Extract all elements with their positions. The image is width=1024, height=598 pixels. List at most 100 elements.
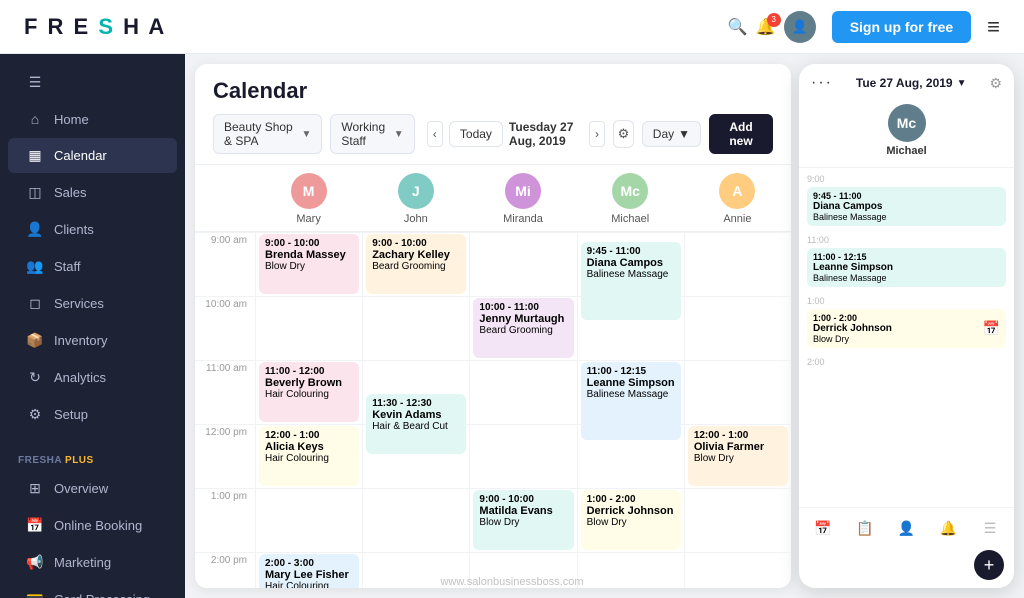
- mobile-appt-derrick-info: 1:00 - 2:00 Derrick Johnson Blow Dry: [813, 313, 892, 344]
- view-select[interactable]: Day ▼: [642, 121, 701, 147]
- mobile-staff-name: Michael: [886, 145, 926, 157]
- appt-derrick-time: 1:00 - 2:00: [587, 494, 675, 505]
- sidebar-label-clients: Clients: [54, 222, 94, 237]
- appt-derrick-name: Derrick Johnson: [587, 505, 675, 517]
- header-icons: 🔍 🔔 3 👤: [728, 11, 816, 43]
- appt-beverly[interactable]: 11:00 - 12:00 Beverly Brown Hair Colouri…: [259, 362, 359, 422]
- appt-leanne[interactable]: 11:00 - 12:15 Leanne Simpson Balinese Ma…: [581, 362, 681, 440]
- appt-diana-service: Balinese Massage: [587, 269, 675, 280]
- mobile-nav-list[interactable]: 📋: [851, 514, 879, 542]
- grid-col-mary: 9:00 - 10:00 Brenda Massey Blow Dry 11:0…: [255, 232, 362, 588]
- mobile-staff-section: Mc Michael: [811, 100, 1002, 161]
- calendar-body: 9:00 am 10:00 am 11:00 am 12:00 pm 1:00 …: [195, 232, 791, 588]
- mobile-appt-leanne[interactable]: 11:00 - 12:15 Leanne Simpson Balinese Ma…: [807, 248, 1006, 287]
- mobile-appt-diana[interactable]: 9:45 - 11:00 Diana Campos Balinese Massa…: [807, 187, 1006, 226]
- next-date-button[interactable]: ›: [589, 121, 605, 147]
- staff-icon: 👥: [26, 258, 44, 275]
- appt-zachary[interactable]: 9:00 - 10:00 Zachary Kelley Beard Groomi…: [366, 234, 466, 294]
- sidebar-item-inventory[interactable]: 📦 Inventory: [8, 323, 177, 358]
- sidebar-item-staff[interactable]: 👥 Staff: [8, 249, 177, 284]
- prev-date-button[interactable]: ‹: [427, 121, 443, 147]
- sidebar-item-card[interactable]: 💳 Card Processing: [8, 582, 177, 598]
- appt-alicia[interactable]: 12:00 - 1:00 Alicia Keys Hair Colouring: [259, 426, 359, 486]
- appt-brenda[interactable]: 9:00 - 10:00 Brenda Massey Blow Dry: [259, 234, 359, 294]
- search-icon[interactable]: 🔍: [728, 17, 748, 37]
- staff-col-annie: A Annie: [684, 173, 791, 225]
- inventory-icon: 📦: [26, 332, 44, 349]
- mobile-appt-derrick-name: Derrick Johnson: [813, 323, 892, 334]
- sidebar-item-overview[interactable]: ⊞ Overview: [8, 471, 177, 506]
- hamburger-menu[interactable]: ≡: [987, 14, 1000, 40]
- appt-olivia[interactable]: 12:00 - 1:00 Olivia Farmer Blow Dry: [688, 426, 788, 486]
- sidebar-item-home[interactable]: ⌂ Home: [8, 102, 177, 136]
- appt-kevin[interactable]: 11:30 - 12:30 Kevin Adams Hair & Beard C…: [366, 394, 466, 454]
- services-icon: ◻: [26, 295, 44, 312]
- appt-diana[interactable]: 9:45 - 11:00 Diana Campos Balinese Massa…: [581, 242, 681, 320]
- staff-row: M Mary J John Mi Miranda Mc Michael A: [195, 165, 791, 232]
- mobile-header-row: ··· Tue 27 Aug, 2019 ▼ ⚙: [811, 74, 1002, 92]
- time-column: 9:00 am 10:00 am 11:00 am 12:00 pm 1:00 …: [195, 232, 255, 588]
- mobile-nav-calendar[interactable]: 📅: [809, 514, 837, 542]
- appt-olivia-time: 12:00 - 1:00: [694, 430, 782, 441]
- cell-miranda-11: [470, 360, 576, 424]
- calendar-header: Calendar Beauty Shop & SPA ▼ Working Sta…: [195, 64, 791, 165]
- appt-leanne-name: Leanne Simpson: [587, 377, 675, 389]
- cell-annie-2: [685, 552, 791, 588]
- add-new-button[interactable]: Add new: [709, 114, 773, 154]
- main-layout: ☰ ⌂ Home ▦ Calendar ◫ Sales 👤 Clients 👥 …: [0, 54, 1024, 598]
- appt-leanne-service: Balinese Massage: [587, 389, 675, 400]
- staff-filter-select[interactable]: Working Staff ▼: [330, 114, 414, 154]
- sidebar-item-menu[interactable]: ☰: [8, 65, 177, 100]
- sidebar-item-sales[interactable]: ◫ Sales: [8, 175, 177, 210]
- appt-mary-lee-time: 2:00 - 3:00: [265, 558, 353, 569]
- mobile-fab-row: +: [799, 546, 1014, 588]
- sidebar-item-services[interactable]: ◻ Services: [8, 286, 177, 321]
- time-2pm: 2:00 pm: [195, 552, 255, 588]
- appt-beverly-time: 11:00 - 12:00: [265, 366, 353, 377]
- mobile-fab-button[interactable]: +: [974, 550, 1004, 580]
- sidebar-item-marketing[interactable]: 📢 Marketing: [8, 545, 177, 580]
- sidebar-item-setup[interactable]: ⚙ Setup: [8, 397, 177, 432]
- signup-button[interactable]: Sign up for free: [832, 11, 971, 43]
- mobile-appt-derrick[interactable]: 1:00 - 2:00 Derrick Johnson Blow Dry 📅: [807, 309, 1006, 348]
- appt-olivia-service: Blow Dry: [694, 453, 782, 464]
- sidebar-label-sales: Sales: [54, 185, 87, 200]
- appt-mary-lee[interactable]: 2:00 - 3:00 Mary Lee Fisher Hair Colouri…: [259, 554, 359, 588]
- location-select[interactable]: Beauty Shop & SPA ▼: [213, 114, 322, 154]
- nav-right: 🔍 🔔 3 👤 Sign up for free ≡: [728, 11, 1000, 43]
- sidebar-label-inventory: Inventory: [54, 333, 107, 348]
- sidebar: ☰ ⌂ Home ▦ Calendar ◫ Sales 👤 Clients 👥 …: [0, 54, 185, 598]
- appt-derrick[interactable]: 1:00 - 2:00 Derrick Johnson Blow Dry: [581, 490, 681, 550]
- sidebar-item-calendar[interactable]: ▦ Calendar: [8, 138, 177, 173]
- time-10am: 10:00 am: [195, 296, 255, 360]
- mobile-time-1: 1:00: [807, 290, 1006, 309]
- sidebar-item-analytics[interactable]: ↻ Analytics: [8, 360, 177, 395]
- staff-caret: ▼: [394, 129, 404, 140]
- cell-annie-1: [685, 488, 791, 552]
- cell-miranda-12: [470, 424, 576, 488]
- mobile-date: Tue 27 Aug, 2019 ▼: [856, 76, 967, 90]
- user-avatar[interactable]: 👤: [784, 11, 816, 43]
- mobile-nav-menu[interactable]: ☰: [976, 514, 1004, 542]
- cell-annie-10: [685, 296, 791, 360]
- sidebar-item-clients[interactable]: 👤 Clients: [8, 212, 177, 247]
- appt-matilda-service: Blow Dry: [479, 517, 567, 528]
- mobile-nav-bell[interactable]: 🔔: [934, 514, 962, 542]
- appt-matilda[interactable]: 9:00 - 10:00 Matilda Evans Blow Dry: [473, 490, 573, 550]
- mobile-appt-derrick-time: 1:00 - 2:00: [813, 313, 892, 323]
- appt-jenny-service: Beard Grooming: [479, 325, 567, 336]
- content-area: Calendar Beauty Shop & SPA ▼ Working Sta…: [185, 54, 1024, 598]
- time-11am: 11:00 am: [195, 360, 255, 424]
- sidebar-label-card: Card Processing: [54, 592, 150, 598]
- appt-brenda-name: Brenda Massey: [265, 249, 353, 261]
- notification-icon[interactable]: 🔔 3: [756, 17, 776, 37]
- mobile-settings-icon[interactable]: ⚙: [989, 75, 1002, 92]
- mobile-body: 9:00 9:45 - 11:00 Diana Campos Balinese …: [799, 168, 1014, 507]
- calendar-settings-icon[interactable]: ⚙: [613, 120, 634, 148]
- cell-john-10: [363, 296, 469, 360]
- mobile-appt-derrick-service: Blow Dry: [813, 334, 892, 344]
- today-button[interactable]: Today: [449, 121, 503, 147]
- mobile-nav-person[interactable]: 👤: [893, 514, 921, 542]
- appt-jenny[interactable]: 10:00 - 11:00 Jenny Murtaugh Beard Groom…: [473, 298, 573, 358]
- sidebar-item-booking[interactable]: 📅 Online Booking: [8, 508, 177, 543]
